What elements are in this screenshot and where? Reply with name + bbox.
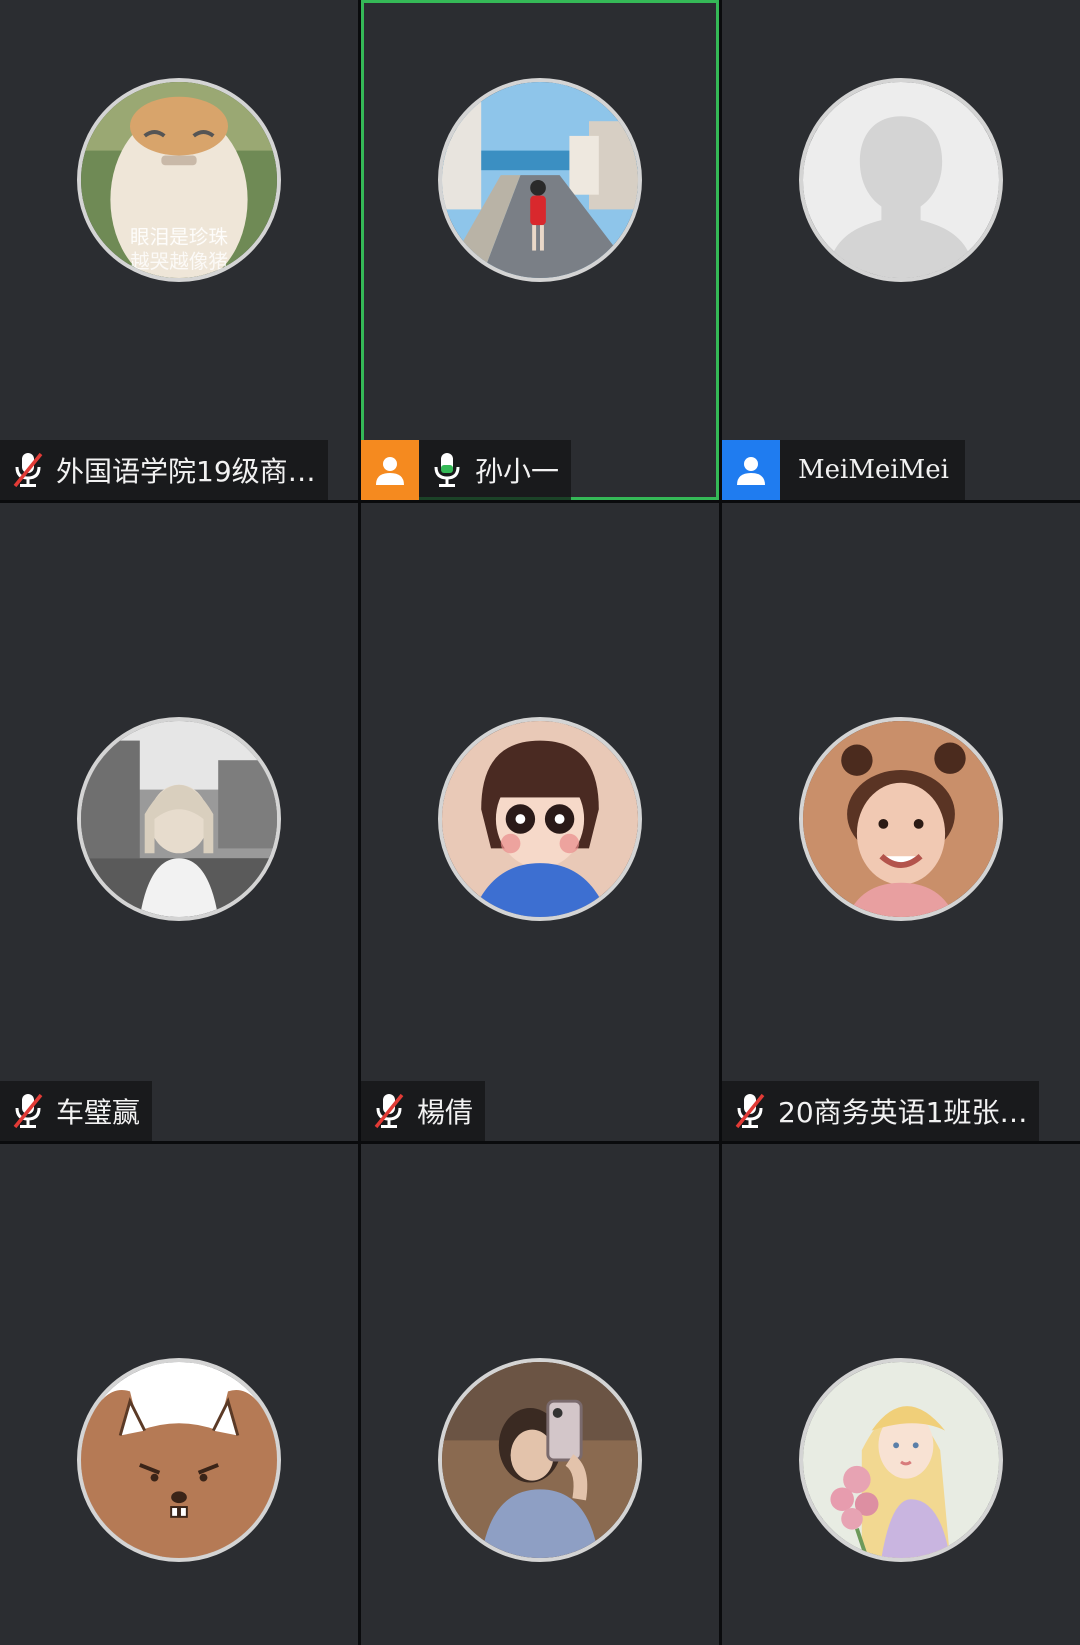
participant-tile[interactable]: 车璧赢 bbox=[0, 503, 358, 1141]
mic-muted-icon bbox=[361, 1081, 417, 1141]
participant-namebar: 20商务英语1班张… bbox=[722, 1081, 1040, 1141]
mic-muted-icon bbox=[722, 1081, 778, 1141]
person-badge-icon bbox=[722, 440, 780, 500]
participant-namebar: 孙小一 bbox=[361, 440, 572, 500]
mic-active-icon bbox=[419, 440, 475, 500]
participant-namebar: 楊倩 bbox=[361, 1081, 486, 1141]
participant-namebar: 外国语学院19级商… bbox=[0, 440, 328, 500]
participant-tile[interactable] bbox=[361, 1144, 719, 1645]
participant-tile[interactable]: MeiMeiMei bbox=[722, 0, 1080, 500]
mic-muted-icon bbox=[0, 1081, 56, 1141]
illustrated-girl-flowers-avatar bbox=[799, 1358, 1003, 1562]
participant-name: 20商务英语1班张… bbox=[778, 1096, 1028, 1129]
girl-on-street-avatar bbox=[438, 78, 642, 282]
person-badge-icon bbox=[361, 440, 419, 500]
child-panda-eyes-avatar bbox=[438, 717, 642, 921]
participant-tile[interactable] bbox=[0, 1144, 358, 1645]
participant-name: MeiMeiMei bbox=[798, 455, 949, 485]
participant-name: 车璧赢 bbox=[56, 1096, 141, 1129]
cat-crying-avatar: 眼泪是珍珠 越哭越像猪 bbox=[77, 78, 281, 282]
participant-tile[interactable]: 眼泪是珍珠 越哭越像猪 外国语学院19级商… bbox=[0, 0, 358, 500]
mic-muted-icon bbox=[0, 440, 56, 500]
participant-tile-active-speaker[interactable]: 孙小一 bbox=[361, 0, 719, 500]
cartoon-squirrel-avatar bbox=[77, 1358, 281, 1562]
participant-name: 外国语学院19级商… bbox=[56, 455, 316, 488]
svg-text:越哭越像猪: 越哭越像猪 bbox=[130, 250, 228, 273]
participant-name: 孙小一 bbox=[475, 455, 560, 488]
participant-name: 楊倩 bbox=[417, 1096, 474, 1129]
woman-bw-photo-avatar bbox=[77, 717, 281, 921]
smiling-girl-avatar bbox=[799, 717, 1003, 921]
participant-namebar: MeiMeiMei bbox=[722, 440, 965, 500]
participant-tile[interactable]: 楊倩 bbox=[361, 503, 719, 1141]
participant-tile[interactable]: 20商务英语1班张… bbox=[722, 503, 1080, 1141]
participant-tile[interactable] bbox=[722, 1144, 1080, 1645]
mirror-selfie-avatar bbox=[438, 1358, 642, 1562]
default-silhouette-avatar bbox=[799, 78, 1003, 282]
participant-grid: 眼泪是珍珠 越哭越像猪 外国语学院19级商… 孙小一 MeiMeiMei 车璧赢… bbox=[0, 0, 1080, 1645]
svg-text:眼泪是珍珠: 眼泪是珍珠 bbox=[130, 226, 228, 249]
participant-namebar: 车璧赢 bbox=[0, 1081, 153, 1141]
